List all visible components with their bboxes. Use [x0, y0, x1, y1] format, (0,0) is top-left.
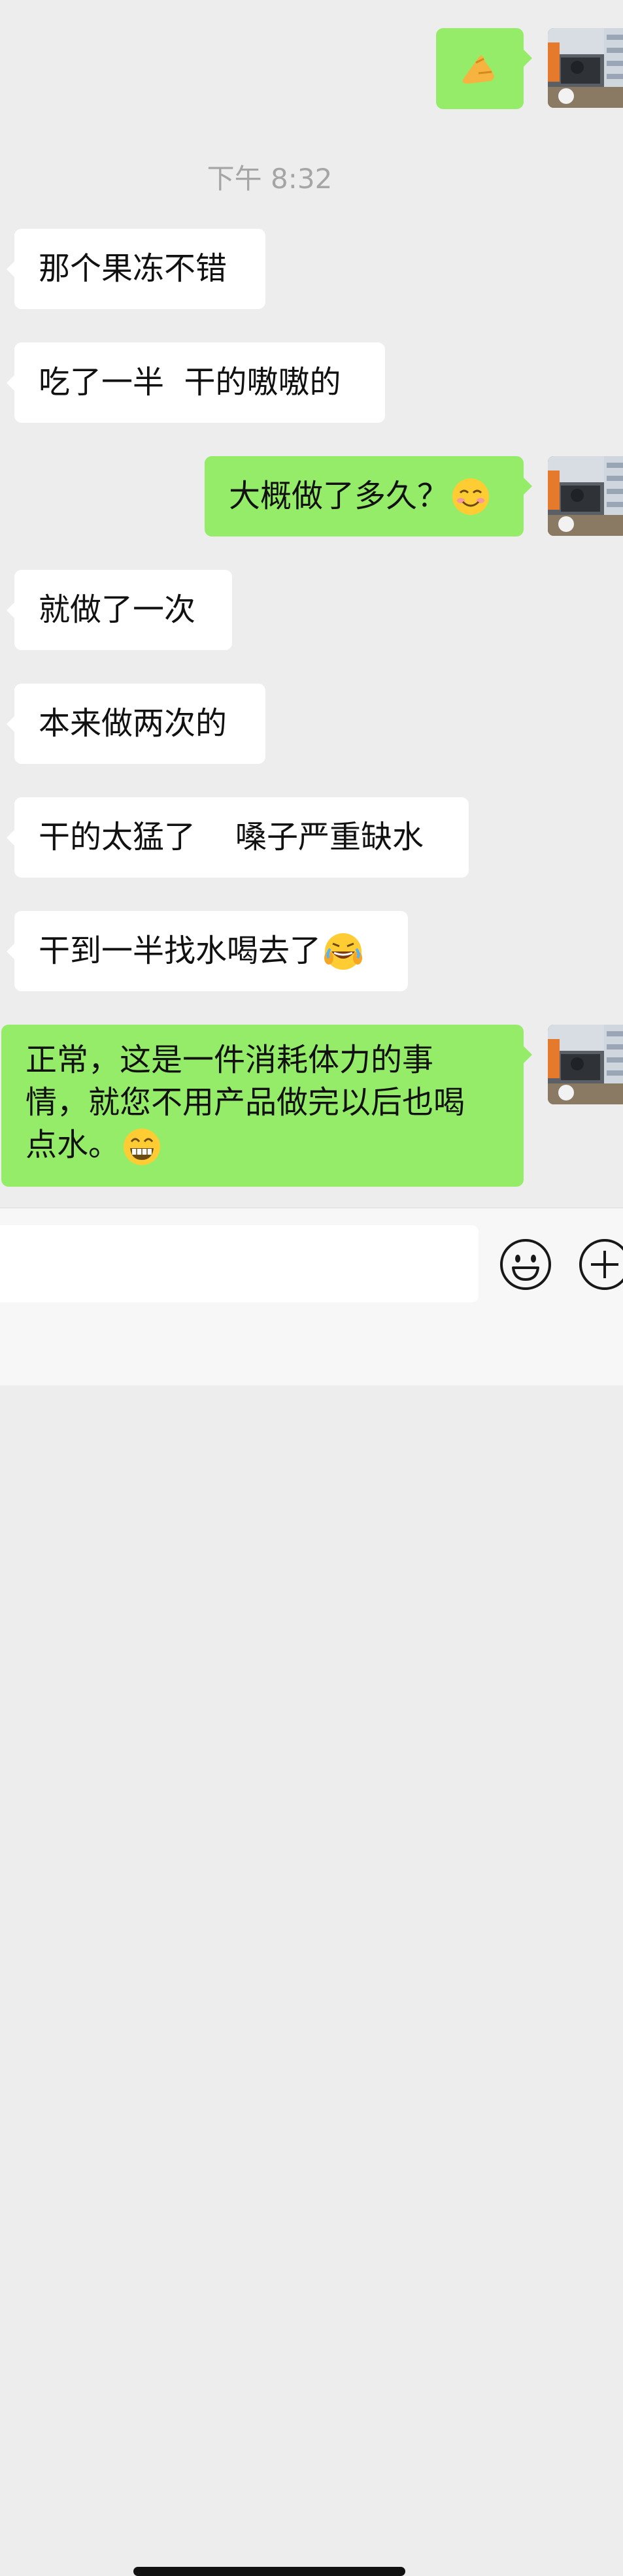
- pinching-hand-emoji: [462, 56, 494, 84]
- avatar[interactable]: [548, 1025, 623, 1104]
- chat-area[interactable]: 下午 8:32 那个果冻不错 吃了一半 干的嗷嗷的 大概做了多久？ 就做了一次 …: [0, 0, 623, 1208]
- message-text-line: 正常，这是一件消耗体力的事: [25, 1042, 434, 1078]
- smiling-face-emoji: [452, 478, 490, 515]
- message-text: 大概做了多久？: [229, 478, 449, 514]
- message-input[interactable]: [0, 1225, 479, 1302]
- home-indicator[interactable]: [133, 2567, 405, 2576]
- input-bar: [0, 1208, 623, 2576]
- avatar[interactable]: [548, 456, 623, 536]
- message-text: 干到一半找水喝去了: [39, 933, 322, 969]
- grinning-face-emoji: [124, 1129, 161, 1165]
- message-bubble[interactable]: 干到一半找水喝去了: [7, 911, 408, 991]
- message-text-line: 情，就您不用产品做完以后也喝: [25, 1084, 465, 1121]
- chat-timestamp: 下午 8:32: [207, 163, 333, 195]
- message-bubble[interactable]: 就做了一次: [7, 570, 232, 650]
- message-bubble[interactable]: 正常，这是一件消耗体力的事 情，就您不用产品做完以后也喝 点水。: [1, 1025, 532, 1187]
- more-button[interactable]: [578, 1238, 623, 1291]
- emoji-icon: [500, 1239, 551, 1290]
- message-bubble[interactable]: [436, 28, 532, 109]
- message-text: 就做了一次: [39, 591, 196, 628]
- message-bubble[interactable]: 吃了一半 干的嗷嗷的: [7, 342, 385, 423]
- rolling-laugh-emoji: [324, 933, 363, 970]
- message-text: 干的太猛了 嗓子严重缺水: [39, 819, 424, 855]
- message-bubble[interactable]: 干的太猛了 嗓子严重缺水: [7, 797, 469, 878]
- message-text-line: 点水。: [25, 1127, 120, 1163]
- plus-icon: [579, 1239, 623, 1290]
- message-text: 那个果冻不错: [39, 250, 227, 287]
- message-bubble[interactable]: 本来做两次的: [7, 684, 265, 764]
- message-bubble[interactable]: 大概做了多久？: [205, 456, 532, 537]
- emoji-button[interactable]: [499, 1238, 552, 1291]
- message-text: 吃了一半 干的嗷嗷的: [39, 364, 341, 401]
- avatar[interactable]: [548, 28, 623, 108]
- message-bubble[interactable]: 那个果冻不错: [7, 229, 265, 309]
- message-text: 本来做两次的: [39, 705, 227, 742]
